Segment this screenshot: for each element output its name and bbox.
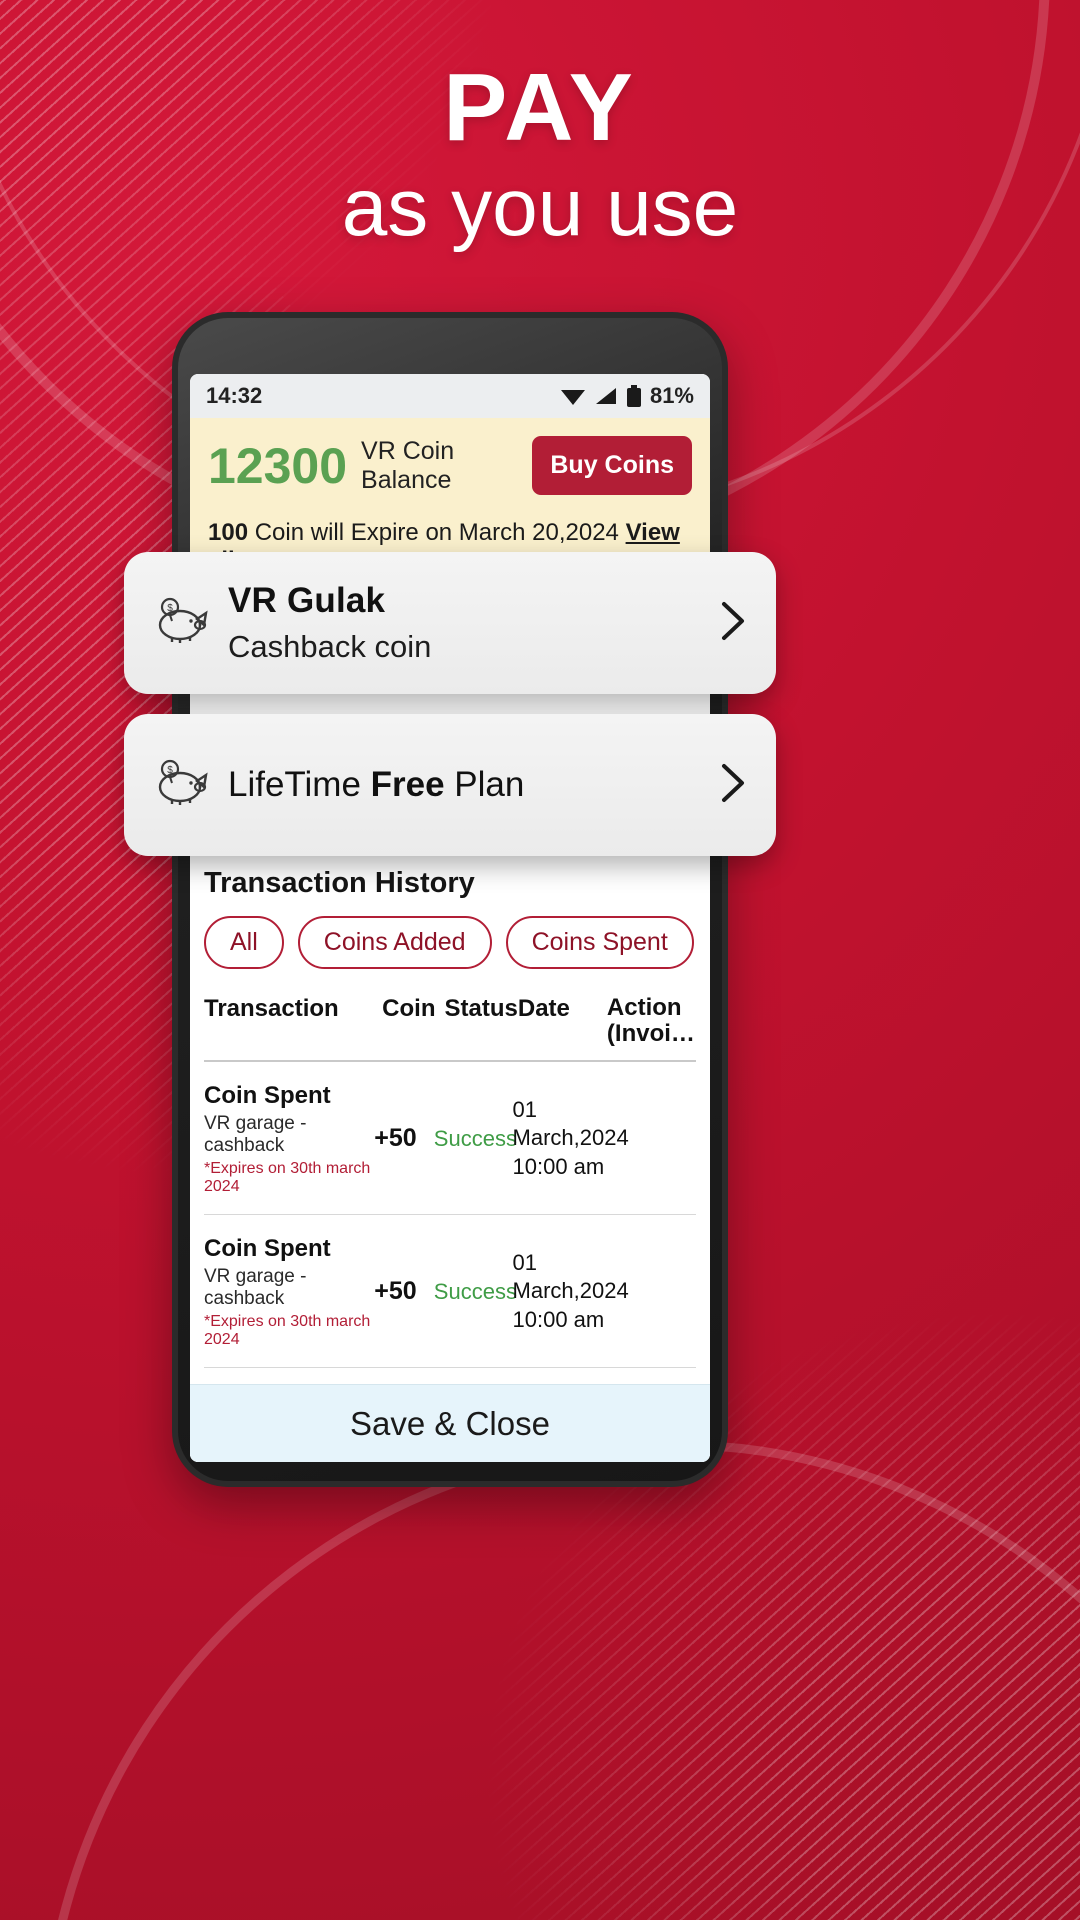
transaction-coin: +50 [374, 1124, 417, 1153]
filter-chip-all[interactable]: All [204, 916, 284, 969]
piggy-bank-icon: $ [150, 595, 212, 652]
transaction-name: Coin Spent [204, 1234, 331, 1262]
coin-expiry-text: Coin will Expire on March 20,2024 [254, 519, 619, 546]
coin-balance-amount: 12300 [208, 437, 348, 494]
hero-headline-line1: PAY [443, 54, 637, 161]
svg-text:$: $ [167, 603, 173, 614]
vr-gulak-card[interactable]: $ VR Gulak Cashback coin [124, 552, 776, 694]
battery-icon [626, 385, 641, 407]
status-bar-time: 14:32 [206, 383, 263, 408]
status-badge: Success [433, 1278, 517, 1304]
column-header-status: Status [444, 995, 518, 1022]
transaction-expiry: *Expires on 30th march 2024 [204, 1159, 371, 1195]
vr-gulak-title: VR Gulak [228, 581, 386, 620]
filter-chip-coins-spent[interactable]: Coins Spent [505, 916, 694, 969]
filter-chip-coins-added[interactable]: Coins Added [297, 916, 492, 969]
transaction-subtitle: VR garage - cashback [204, 1265, 307, 1309]
status-bar: 14:32 81% [190, 374, 710, 418]
status-badge: Success [433, 1125, 517, 1151]
transaction-time: 10:00 am [512, 1307, 605, 1333]
lifetime-plan-title-post: Plan [444, 765, 525, 804]
transaction-date: 01 March,2024 [512, 1249, 629, 1304]
coin-balance-label: VR Coin Balance [361, 436, 455, 494]
save-and-close-button[interactable]: Save & Close [190, 1384, 710, 1462]
wifi-icon [560, 390, 585, 405]
transaction-time: 10:00 am [512, 1154, 605, 1180]
table-row[interactable]: Coin Spent VR garage - cashback *Expires… [204, 1215, 696, 1368]
buy-coins-button[interactable]: Buy Coins [532, 436, 692, 495]
transaction-coin: +50 [374, 1277, 417, 1306]
lifetime-plan-title: LifeTime Free Plan [228, 765, 716, 805]
hero-headline-line2: as you use [341, 161, 739, 253]
svg-text:$: $ [167, 765, 173, 776]
transaction-name: Coin Spent [204, 1081, 331, 1109]
transaction-subtitle: VR garage - cashback [204, 1112, 307, 1156]
lifetime-plan-title-pre: LifeTime [228, 765, 371, 804]
lifetime-free-plan-card[interactable]: $ LifeTime Free Plan [124, 714, 776, 856]
vr-gulak-subtitle: Cashback coin [228, 629, 432, 664]
column-header-action: Action (Invoi… [606, 994, 695, 1048]
coin-expiry-amount: 100 [208, 519, 249, 546]
chevron-right-icon[interactable] [716, 598, 750, 649]
piggy-bank-icon: $ [150, 757, 212, 814]
phone-mockup: 14:32 81% 12300 VR Coin Balance Buy Coin… [172, 312, 728, 1487]
chevron-right-icon[interactable] [716, 760, 750, 811]
transaction-history-section: Transaction History All Coins Added Coin… [190, 855, 710, 1462]
table-row[interactable]: Coin Spent VR garage - cashback *Expires… [204, 1062, 696, 1215]
transaction-table-header: Transaction Coin Status Date Action (Inv… [204, 994, 696, 1062]
transaction-expiry: *Expires on 30th march 2024 [204, 1312, 371, 1348]
column-header-date: Date [517, 995, 570, 1022]
transaction-filter-chips: All Coins Added Coins Spent Coins Refund… [204, 916, 696, 969]
transaction-history-title: Transaction History [204, 867, 475, 899]
transaction-date: 01 March,2024 [512, 1096, 629, 1151]
hero-headline: PAY as you use [0, 54, 1080, 255]
phone-screen: 14:32 81% 12300 VR Coin Balance Buy Coin… [190, 374, 710, 1462]
signal-icon [595, 388, 616, 404]
column-header-coin: Coin [382, 995, 436, 1022]
lifetime-plan-title-bold: Free [370, 765, 445, 804]
column-header-transaction: Transaction [204, 995, 339, 1022]
battery-percentage: 81% [649, 383, 694, 408]
